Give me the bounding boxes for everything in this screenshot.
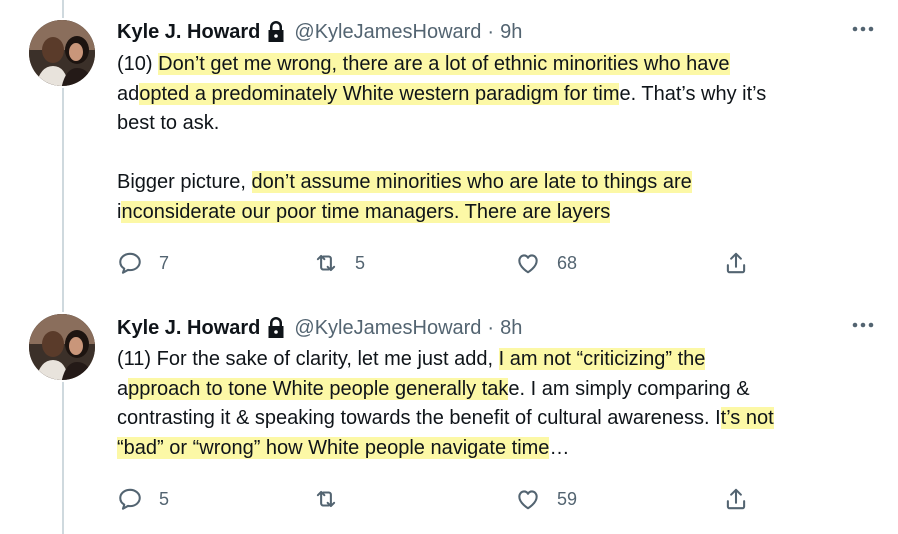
text-segment: (10) (117, 53, 159, 75)
share-icon (726, 488, 746, 510)
text-segment: e. That’s why it’s (619, 82, 767, 105)
share-icon (726, 252, 746, 274)
text-segment: contrasting it & speaking towards the be… (117, 407, 721, 429)
reply-button[interactable]: 5 (117, 484, 169, 514)
author-name[interactable]: Kyle J. Howard (117, 21, 260, 44)
text-segment: Bigger picture, (117, 171, 252, 193)
tweet-timestamp[interactable]: 8h (500, 317, 522, 340)
like-count: 68 (557, 252, 578, 273)
share-button[interactable] (723, 248, 749, 278)
separator-dot: · (487, 316, 495, 339)
like-count: 59 (557, 488, 578, 509)
more-options-icon[interactable] (850, 318, 876, 332)
tweet-header: Kyle J. Howard @KyleJamesHoward · 9h (117, 18, 522, 46)
text-line: contrasting it & speaking towards the be… (117, 404, 882, 434)
tweet-11[interactable]: Kyle J. Howard @KyleJamesHoward · 8h (11… (0, 300, 898, 534)
text-line: approach to tone White people generally … (117, 375, 882, 405)
text-segment: … (549, 436, 570, 459)
text-segment: ad (117, 82, 140, 105)
tweet-header: Kyle J. Howard @KyleJamesHoward · 8h (117, 314, 522, 342)
heart-icon (518, 490, 538, 510)
highlighted-text: nconsiderate our poor time managers. The… (121, 200, 611, 223)
text-segment: (11) For the sake of clarity, let me jus… (117, 348, 499, 370)
tweet-10[interactable]: Kyle J. Howard @KyleJamesHoward · 9h (10… (0, 0, 898, 300)
highlighted-text: don’t assume minorities who are late to … (251, 171, 692, 193)
text-segment: a (117, 377, 129, 400)
reply-icon (119, 488, 141, 510)
highlighted-text: Don’t get me wrong, there are a lot of e… (158, 53, 730, 75)
lock-icon (264, 316, 288, 340)
text-line: “bad” or “wrong” how White people naviga… (117, 434, 882, 464)
highlighted-text: “bad” or “wrong” how White people naviga… (117, 436, 550, 459)
tweet-actions: 7 5 68 (117, 248, 817, 278)
text-segment: e. I am simply comparing & (508, 377, 750, 400)
heart-icon (518, 254, 538, 274)
tweet-actions: 5 59 (117, 484, 817, 514)
tweet-text: (10) Don’t get me wrong, there are a lot… (117, 50, 882, 227)
more-options-icon[interactable] (850, 22, 876, 36)
text-line: adopted a predominately White western pa… (117, 80, 882, 110)
reply-count: 5 (159, 488, 170, 509)
author-handle[interactable]: @KyleJamesHoward (294, 317, 481, 340)
avatar[interactable] (27, 312, 97, 382)
retweet-button[interactable] (313, 484, 355, 514)
lock-icon (264, 20, 288, 44)
retweet-icon (316, 254, 336, 272)
reply-count: 7 (159, 252, 170, 273)
highlighted-text: I am not “criticizing” the (498, 348, 706, 370)
text-line: best to ask. (117, 112, 220, 134)
reply-icon (119, 252, 141, 274)
text-line: (10) Don’t get me wrong, there are a lot… (117, 50, 882, 80)
paragraph-break (117, 139, 882, 169)
text-line: Bigger picture, don’t assume minorities … (117, 168, 882, 198)
text-line: inconsiderate our poor time managers. Th… (117, 198, 882, 228)
separator-dot: · (487, 20, 495, 43)
retweet-count: 5 (355, 252, 366, 273)
avatar[interactable] (27, 18, 97, 88)
text-line: (11) For the sake of clarity, let me jus… (117, 345, 882, 375)
highlighted-text: opted a predominately White western para… (139, 82, 620, 105)
retweet-button[interactable]: 5 (313, 248, 365, 278)
retweet-icon (316, 490, 336, 508)
author-handle[interactable]: @KyleJamesHoward (294, 21, 481, 44)
highlighted-text: t’s not (720, 407, 774, 429)
reply-button[interactable]: 7 (117, 248, 169, 278)
author-name[interactable]: Kyle J. Howard (117, 317, 260, 340)
highlighted-text: pproach to tone White people generally t… (128, 377, 509, 400)
share-button[interactable] (723, 484, 749, 514)
like-button[interactable]: 59 (515, 484, 577, 514)
tweet-text: (11) For the sake of clarity, let me jus… (117, 345, 882, 463)
tweet-timestamp[interactable]: 9h (500, 21, 522, 44)
like-button[interactable]: 68 (515, 248, 577, 278)
